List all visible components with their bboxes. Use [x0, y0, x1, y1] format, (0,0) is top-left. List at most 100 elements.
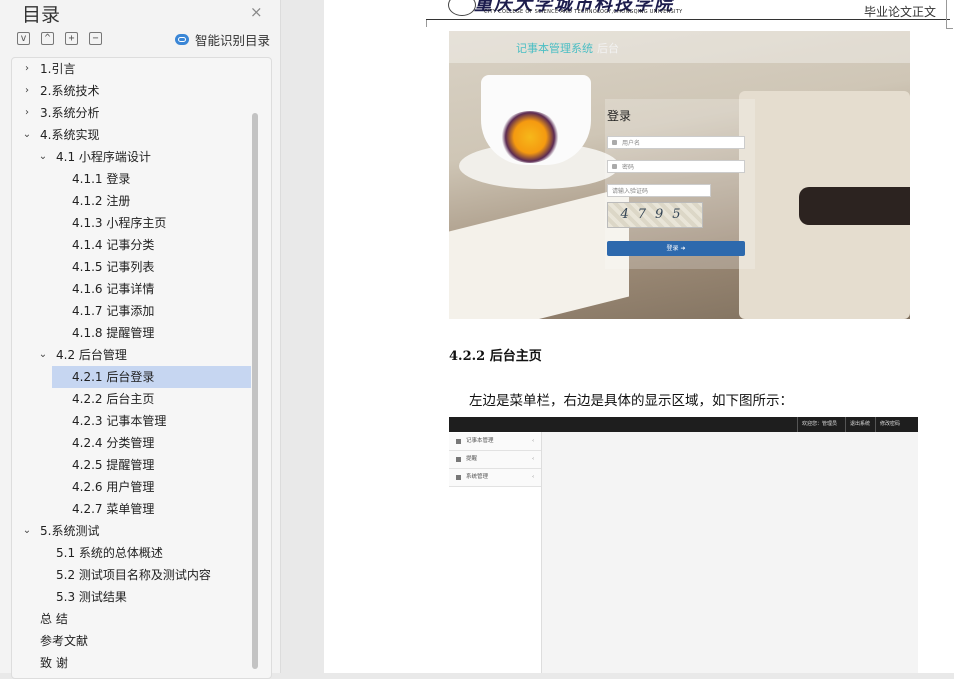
toc-item[interactable]: ⌄ 5.系统测试: [12, 520, 262, 542]
login-screenshot[interactable]: 记事本管理系统 后台 登录 用户名 密码 请输入验证码 4795 登录 ➜: [449, 31, 910, 319]
toc-item-label: 4.2.1 后台登录: [72, 370, 155, 384]
admin-sidebar: 记事本管理 ‹ 提醒 ‹ 系统管理 ‹: [449, 432, 542, 673]
admin-menu-label: 系统管理: [466, 474, 489, 480]
toc-item-label: 总 结: [40, 612, 68, 626]
add-heading-icon[interactable]: +: [65, 32, 78, 45]
chevron-down-icon[interactable]: ⌄: [22, 520, 32, 542]
toc-item-label: 1.引言: [40, 62, 76, 76]
toc-item[interactable]: 4.2.4 分类管理: [12, 432, 262, 454]
admin-menu-item: 提醒 ‹: [449, 451, 541, 469]
toc-item[interactable]: 5.1 系统的总体概述: [12, 542, 262, 564]
admin-change-password: 修改密码: [875, 417, 900, 432]
password-field: 密码: [607, 160, 745, 173]
toc-item[interactable]: 4.1.6 记事详情: [12, 278, 262, 300]
toc-item[interactable]: 4.1.3 小程序主页: [12, 212, 262, 234]
toc-item[interactable]: 4.1.4 记事分类: [12, 234, 262, 256]
username-field: 用户名: [607, 136, 745, 149]
toc-item-label: 5.2 测试项目名称及测试内容: [56, 568, 211, 582]
toc-item-label: 4.1 小程序端设计: [56, 150, 151, 164]
admin-menu-item: 系统管理 ‹: [449, 469, 541, 487]
page-corner-mark: [946, 0, 953, 29]
chevron-right-icon[interactable]: ›: [22, 58, 32, 80]
toc-item[interactable]: 4.2.7 菜单管理: [12, 498, 262, 520]
toc-item[interactable]: 4.2.2 后台主页: [12, 388, 262, 410]
toc-item-label: 4.2.4 分类管理: [72, 436, 155, 450]
toc-item[interactable]: 4.2.3 记事本管理: [12, 410, 262, 432]
login-app-name: 记事本管理系统: [516, 42, 593, 55]
toc-item[interactable]: 4.2.5 提醒管理: [12, 454, 262, 476]
remove-heading-icon[interactable]: −: [89, 32, 102, 45]
toc-item-label: 致 谢: [40, 656, 68, 670]
expand-all-icon[interactable]: ^: [41, 32, 54, 45]
toc-item[interactable]: 4.1.7 记事添加: [12, 300, 262, 322]
admin-welcome: 欢迎您：管理员: [797, 417, 837, 432]
cloud-icon: [175, 33, 189, 45]
university-seal-icon: [448, 0, 476, 16]
chevron-down-icon[interactable]: ⌄: [22, 124, 32, 146]
section-heading: 4.2.2 后台主页: [449, 349, 542, 364]
password-placeholder: 密码: [622, 164, 635, 171]
toc-item-label: 5.1 系统的总体概述: [56, 546, 163, 560]
collapse-all-icon[interactable]: v: [17, 32, 30, 45]
chevron-left-icon: ‹: [532, 474, 535, 480]
login-button: 登录 ➜: [607, 241, 745, 256]
chevron-right-icon[interactable]: ›: [22, 80, 32, 102]
toc-item[interactable]: ⌄ 4.系统实现: [12, 124, 262, 146]
toc-item[interactable]: 4.1.5 记事列表: [12, 256, 262, 278]
grid-icon: [456, 475, 461, 480]
toc-item[interactable]: 4.1.8 提醒管理: [12, 322, 262, 344]
toc-item[interactable]: 4.2.1 后台登录: [52, 366, 251, 388]
smart-toc-label: 智能识别目录: [195, 32, 271, 48]
toc-scrollbar[interactable]: [252, 113, 258, 669]
toc-item[interactable]: 5.3 测试结果: [12, 586, 262, 608]
admin-menu-label: 记事本管理: [466, 438, 494, 444]
login-title: 登录: [607, 109, 632, 123]
toc-item-label: 4.1.2 注册: [72, 194, 131, 208]
toc-item-label: 4.2.2 后台主页: [72, 392, 155, 406]
admin-screenshot[interactable]: 欢迎您：管理员 退出系统 修改密码 记事本管理 ‹ 提醒 ‹ 系统管理 ‹: [449, 417, 918, 673]
toc-item-label: 4.1.4 记事分类: [72, 238, 155, 252]
chevron-down-icon[interactable]: ⌄: [38, 146, 48, 168]
close-icon[interactable]: ×: [250, 3, 263, 21]
captcha-image: 4795: [607, 202, 703, 228]
toc-item[interactable]: ⌄ 4.1 小程序端设计: [12, 146, 262, 168]
admin-menu-label: 提醒: [466, 456, 478, 462]
toc-panel: 目录 × v ^ + − 智能识别目录 › 1.引言 › 2.系统技术 › 3.系统分析 ⌄…: [0, 0, 281, 679]
admin-logout: 退出系统: [845, 417, 870, 432]
login-app-suffix: 后台: [597, 42, 619, 55]
toc-item[interactable]: 总 结: [12, 608, 262, 630]
toc-item[interactable]: › 2.系统技术: [12, 80, 262, 102]
chevron-left-icon: ‹: [532, 438, 535, 444]
toc-item-label: 4.1.6 记事详情: [72, 282, 155, 296]
grid-icon: [456, 439, 461, 444]
toc-item-label: 3.系统分析: [40, 106, 100, 120]
document-page: 重庆大学城市科技学院 CITY COLLEGE OF SCIENCE AND T…: [324, 0, 954, 673]
toc-item-label: 4.1.5 记事列表: [72, 260, 155, 274]
toc-item-label: 4.1.8 提醒管理: [72, 326, 155, 340]
toc-item-label: 4.系统实现: [40, 128, 100, 142]
chevron-down-icon[interactable]: ⌄: [38, 344, 48, 366]
header-university-english: CITY COLLEGE OF SCIENCE AND TECHNOLOGY,C…: [484, 9, 683, 15]
header-doc-type: 毕业论文正文: [864, 5, 937, 19]
toc-item[interactable]: › 1.引言: [12, 58, 262, 80]
toc-item[interactable]: 4.2.6 用户管理: [12, 476, 262, 498]
toc-item[interactable]: ⌄ 4.2 后台管理: [12, 344, 262, 366]
toc-item[interactable]: 4.1.1 登录: [12, 168, 262, 190]
toc-item-label: 5.系统测试: [40, 524, 100, 538]
lock-icon: [612, 164, 617, 169]
smart-toc-button[interactable]: 智能识别目录: [175, 31, 271, 48]
toc-item[interactable]: 4.1.2 注册: [12, 190, 262, 212]
toc-item-label: 2.系统技术: [40, 84, 100, 98]
toc-item[interactable]: 参考文献: [12, 630, 262, 652]
chevron-right-icon[interactable]: ›: [22, 102, 32, 124]
user-icon: [612, 140, 617, 145]
toc-item[interactable]: › 3.系统分析: [12, 102, 262, 124]
header-rule: [426, 19, 950, 20]
toc-item[interactable]: 致 谢: [12, 652, 262, 674]
toc-item[interactable]: 5.2 测试项目名称及测试内容: [12, 564, 262, 586]
toc-list: › 1.引言 › 2.系统技术 › 3.系统分析 ⌄ 4.系统实现 ⌄ 4.1 小程序端设计 4.1…: [11, 57, 272, 679]
toc-item-label: 4.2.7 菜单管理: [72, 502, 155, 516]
toc-item-label: 4.1.7 记事添加: [72, 304, 155, 318]
chevron-left-icon: ‹: [532, 456, 535, 462]
body-paragraph: 左边是菜单栏，右边是具体的显示区域，如下图所示：: [469, 393, 793, 409]
